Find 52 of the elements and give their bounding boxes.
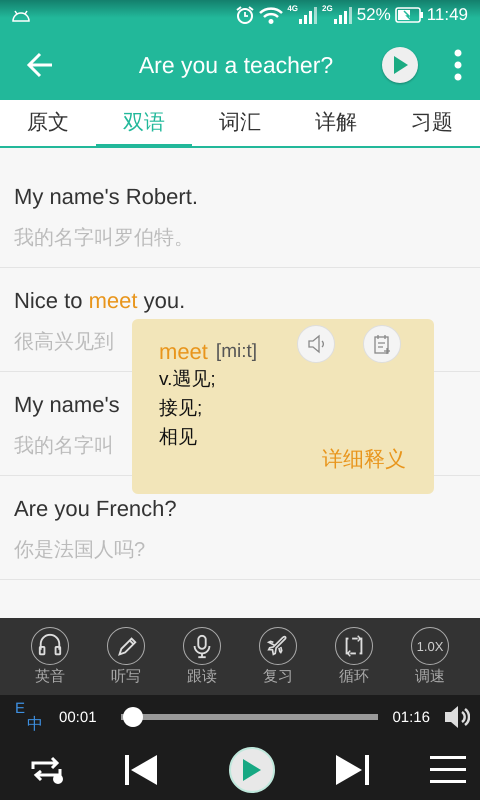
meaning: v.遇见; bbox=[159, 368, 217, 392]
volume-icon bbox=[444, 704, 470, 730]
chinese-translation: 我的名字叫 bbox=[14, 434, 114, 459]
alarm-icon bbox=[235, 5, 256, 25]
elapsed-time: 00:01 bbox=[59, 708, 97, 726]
signal-icon bbox=[332, 6, 353, 24]
playlist-button[interactable] bbox=[430, 756, 466, 783]
network-type: 4G bbox=[287, 4, 298, 13]
android-icon bbox=[10, 8, 32, 22]
tab[interactable]: 原文 bbox=[0, 100, 96, 148]
back-arrow-icon bbox=[26, 51, 54, 79]
meaning: 相见 bbox=[159, 426, 198, 450]
language-toggle[interactable]: E 中 bbox=[13, 701, 45, 733]
wifi-icon bbox=[259, 6, 284, 24]
tab[interactable]: 详解 bbox=[288, 100, 384, 148]
meaning: 接见; bbox=[159, 397, 204, 421]
volume-button[interactable] bbox=[444, 704, 470, 730]
more-icon bbox=[454, 49, 462, 81]
total-time: 01:16 bbox=[392, 708, 430, 726]
menu-icon bbox=[430, 756, 466, 783]
english-sentence[interactable]: Are you French? bbox=[14, 496, 177, 522]
next-icon bbox=[336, 754, 369, 784]
play-icon bbox=[392, 56, 408, 74]
english-sentence[interactable]: Nice to meet you. bbox=[14, 288, 186, 314]
pronounce-button[interactable] bbox=[297, 325, 335, 363]
speaker-icon bbox=[307, 334, 325, 354]
battery-percent: 52% bbox=[356, 5, 391, 25]
battery-icon bbox=[394, 6, 423, 24]
add-note-button[interactable] bbox=[363, 325, 401, 363]
chinese-translation: 你是法国人吗? bbox=[14, 538, 146, 563]
chinese-translation: 很高兴见到 bbox=[14, 330, 114, 355]
chinese-translation: 我的名字叫罗伯特。 bbox=[14, 226, 194, 251]
slider-thumb[interactable] bbox=[122, 707, 143, 727]
clock: 11:49 bbox=[426, 5, 468, 25]
previous-button[interactable] bbox=[125, 754, 158, 784]
speed-value: 1.0X bbox=[416, 638, 444, 654]
notepad-add-icon bbox=[373, 334, 391, 354]
play-button[interactable] bbox=[229, 746, 275, 792]
next-button[interactable] bbox=[336, 754, 369, 784]
tab[interactable]: 习题 bbox=[384, 100, 480, 148]
english-sentence[interactable]: My name's Robert. bbox=[14, 184, 198, 210]
window-title: Are you a teacher? bbox=[138, 52, 334, 78]
tab[interactable]: 词汇 bbox=[192, 100, 288, 148]
play-icon bbox=[243, 758, 261, 780]
repeat-one-button[interactable] bbox=[30, 754, 64, 784]
previous-icon bbox=[125, 754, 158, 784]
phonetic: [mi:t] bbox=[216, 341, 258, 363]
popup-word: meet bbox=[159, 339, 208, 365]
repeat-one-icon bbox=[30, 754, 64, 784]
network-type: 2G bbox=[322, 4, 333, 13]
signal-icon bbox=[298, 6, 318, 24]
english-sentence[interactable]: My name's bbox=[14, 392, 120, 418]
